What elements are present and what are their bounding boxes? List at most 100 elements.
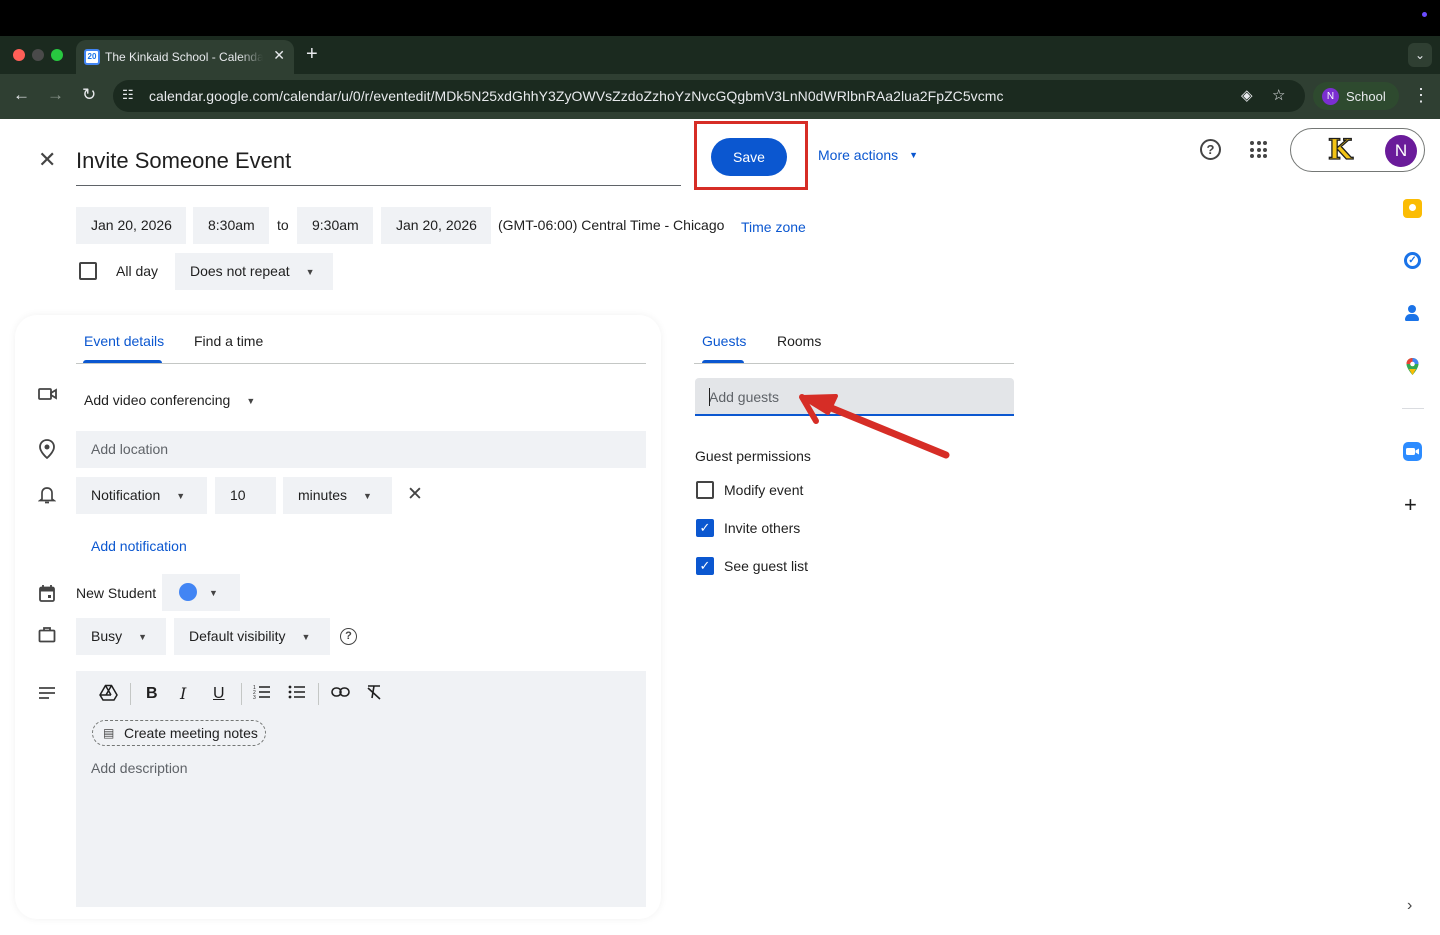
see-guest-list-label: See guest list <box>724 558 809 574</box>
school-logo: K <box>1327 133 1353 166</box>
window-minimize-button[interactable] <box>32 49 44 61</box>
bold-icon[interactable]: B <box>146 684 158 704</box>
expand-panel-chevron-icon[interactable]: › <box>1407 897 1412 915</box>
calendar-color-dropdown[interactable]: ▼ <box>162 574 240 611</box>
see-guest-list-checkbox[interactable]: ✓ <box>696 557 714 575</box>
add-notification-link[interactable]: Add notification <box>91 538 187 554</box>
tab-title: The Kinkaid School - Calendar <box>105 50 263 64</box>
text-caret <box>709 388 710 406</box>
timezone-link[interactable]: Time zone <box>741 219 806 235</box>
tab-rooms[interactable]: Rooms <box>777 333 821 349</box>
tab-search-chevron-icon[interactable]: ⌄ <box>1408 43 1432 67</box>
italic-icon[interactable]: I <box>180 684 186 704</box>
end-time-field[interactable]: 9:30am <box>297 207 373 244</box>
help-icon[interactable]: ? <box>1200 139 1221 160</box>
all-day-checkbox[interactable] <box>79 262 97 280</box>
reload-icon[interactable]: ↻ <box>82 84 96 106</box>
tab-guests[interactable]: Guests <box>702 333 746 349</box>
clear-formatting-icon[interactable] <box>366 684 382 706</box>
bookmark-star-icon[interactable]: ☆ <box>1272 86 1285 104</box>
svg-text:3: 3 <box>253 695 256 700</box>
video-conferencing-dropdown[interactable]: Add video conferencing ▼ <box>69 382 270 419</box>
forward-arrow-icon[interactable]: → <box>47 84 64 106</box>
more-actions-button[interactable]: More actions ▼ <box>818 147 918 163</box>
toolbar-separator <box>130 683 131 705</box>
notification-type-dropdown[interactable]: Notification ▼ <box>76 477 207 514</box>
dropdown-arrow-icon: ▼ <box>363 491 372 501</box>
dropdown-arrow-icon: ▼ <box>909 150 919 160</box>
modify-event-label: Modify event <box>724 482 804 498</box>
end-date-field[interactable]: Jan 20, 2026 <box>381 207 491 244</box>
link-icon[interactable] <box>331 684 350 704</box>
location-input[interactable]: Add location <box>76 431 646 468</box>
notification-unit-dropdown[interactable]: minutes ▼ <box>283 477 392 514</box>
tasks-icon[interactable]: ✓ <box>1403 251 1422 270</box>
browser-profile-button[interactable]: N School <box>1313 82 1399 110</box>
tab-close-icon[interactable]: ✕ <box>273 47 285 64</box>
event-title-input[interactable]: Invite Someone Event <box>76 143 681 186</box>
visibility-dropdown[interactable]: Default visibility ▼ <box>174 618 330 655</box>
description-editor[interactable]: B I U 123 ▤ Create meeting notes Add desc… <box>76 671 646 907</box>
contacts-icon[interactable] <box>1403 304 1422 323</box>
dropdown-arrow-icon: ▼ <box>305 267 315 277</box>
notification-unit-value: minutes <box>298 487 348 503</box>
dropdown-arrow-icon: ▼ <box>138 632 148 642</box>
notification-amount-input[interactable]: 10 <box>215 477 276 514</box>
repeat-value: Does not repeat <box>190 263 290 279</box>
tab-find-a-time[interactable]: Find a time <box>194 333 263 349</box>
repeat-dropdown[interactable]: Does not repeat ▼ <box>175 253 333 290</box>
browser-tab[interactable]: 20 The Kinkaid School - Calendar ✕ <box>76 40 294 74</box>
tab-bar: 20 The Kinkaid School - Calendar ✕ + ⌄ <box>0 36 1440 74</box>
url-text[interactable]: calendar.google.com/calendar/u/0/r/event… <box>149 88 1004 104</box>
remove-notification-icon[interactable]: ✕ <box>407 483 423 506</box>
tab-event-details[interactable]: Event details <box>84 333 164 349</box>
add-guests-placeholder: Add guests <box>709 389 780 405</box>
add-addon-icon[interactable]: + <box>1404 492 1417 518</box>
visibility-value: Default visibility <box>189 628 286 644</box>
account-avatar[interactable]: N <box>1385 135 1417 167</box>
browser-menu-icon[interactable]: ⋮ <box>1412 84 1430 106</box>
new-tab-button[interactable]: + <box>306 44 318 64</box>
address-bar[interactable]: ☷ calendar.google.com/calendar/u/0/r/eve… <box>113 80 1305 112</box>
video-conferencing-label: Add video conferencing <box>84 392 231 408</box>
status-dot <box>1422 12 1427 17</box>
video-camera-icon <box>38 386 58 406</box>
window-zoom-button[interactable] <box>51 49 63 61</box>
calendar-name: New Student <box>76 585 157 601</box>
location-pin-icon <box>38 439 56 463</box>
toolbar-separator <box>241 683 242 705</box>
underline-icon[interactable]: U <box>213 684 225 704</box>
apps-grid-icon[interactable] <box>1250 141 1267 158</box>
modify-event-checkbox[interactable] <box>696 481 714 499</box>
account-switcher[interactable]: K N <box>1290 128 1425 172</box>
timezone-text: (GMT-06:00) Central Time - Chicago <box>498 217 725 233</box>
save-button[interactable]: Save <box>711 138 787 176</box>
window-close-button[interactable] <box>13 49 25 61</box>
invite-others-checkbox[interactable]: ✓ <box>696 519 714 537</box>
start-date-field[interactable]: Jan 20, 2026 <box>76 207 186 244</box>
create-meeting-notes-button[interactable]: ▤ Create meeting notes <box>92 720 266 746</box>
bulleted-list-icon[interactable] <box>288 684 306 706</box>
to-label: to <box>277 217 289 233</box>
start-time-field[interactable]: 8:30am <box>193 207 269 244</box>
create-meeting-notes-label: Create meeting notes <box>124 725 258 741</box>
zoom-icon[interactable] <box>1403 442 1422 461</box>
availability-dropdown[interactable]: Busy ▼ <box>76 618 166 655</box>
description-lines-icon <box>38 684 56 704</box>
availability-value: Busy <box>91 628 123 644</box>
lens-icon[interactable]: ◈ <box>1241 86 1253 104</box>
profile-name: School <box>1346 89 1386 104</box>
side-panel-divider <box>1402 408 1424 409</box>
back-arrow-icon[interactable]: ← <box>13 84 30 106</box>
visibility-help-icon[interactable]: ? <box>340 628 357 645</box>
calendar-color-swatch <box>179 583 197 601</box>
menu-bar-strip <box>0 0 1440 36</box>
maps-icon[interactable] <box>1403 357 1422 376</box>
site-settings-icon[interactable]: ☷ <box>122 87 134 103</box>
drive-attach-icon[interactable] <box>99 684 118 707</box>
close-icon[interactable]: ✕ <box>38 149 56 171</box>
toolbar-separator <box>318 683 319 705</box>
bell-icon <box>37 485 57 509</box>
numbered-list-icon[interactable]: 123 <box>253 684 271 706</box>
keep-icon[interactable] <box>1403 199 1422 218</box>
